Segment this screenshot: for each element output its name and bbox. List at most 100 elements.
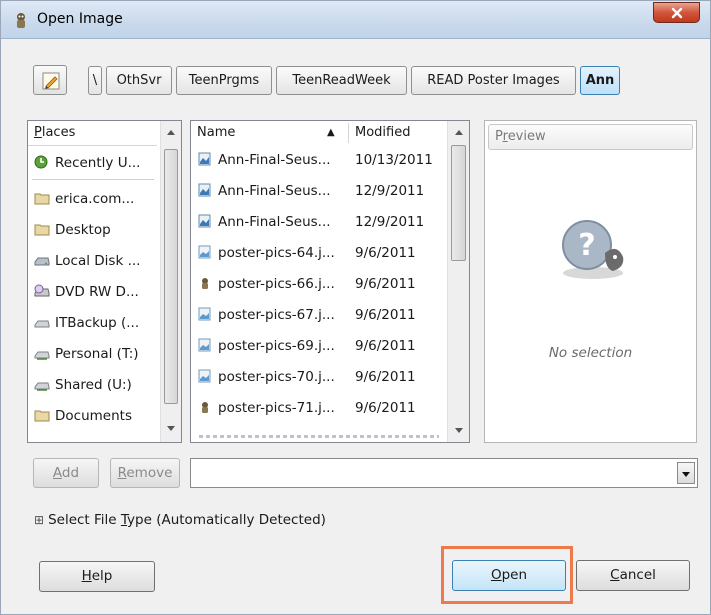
name-column-header[interactable]: Name ▲ — [197, 121, 347, 145]
close-icon — [671, 7, 683, 19]
network-drive-icon — [34, 351, 50, 360]
crumb-teenprgms[interactable]: TeenPrgms — [176, 66, 272, 95]
file-modified: 9/6/2011 — [355, 369, 416, 385]
place-label: Local Disk ... — [55, 253, 141, 269]
question-mark-icon: ? — [562, 220, 624, 279]
file-row-partial — [199, 431, 439, 442]
file-name: poster-pics-71.j... — [218, 400, 335, 416]
file-modified: 9/6/2011 — [355, 307, 416, 323]
places-scrollbar[interactable] — [160, 121, 181, 442]
modified-column-label: Modified — [355, 125, 411, 140]
preview-toggle[interactable]: Preview — [488, 124, 693, 150]
place-shared[interactable]: Shared (U:) — [34, 370, 132, 400]
place-dvd[interactable]: DVD RW D... — [34, 277, 139, 307]
open-button[interactable]: Open — [452, 560, 566, 591]
files-scrollbar[interactable] — [447, 121, 469, 442]
file-row[interactable]: poster-pics-71.j... 9/6/2011 — [197, 393, 445, 423]
file-name: poster-pics-69.j... — [218, 338, 335, 354]
place-desktop[interactable]: Desktop — [34, 215, 111, 245]
cancel-label: ancel — [619, 567, 656, 583]
image-file-icon — [198, 245, 211, 259]
file-modified: 9/6/2011 — [355, 338, 416, 354]
file-modified: 9/6/2011 — [355, 276, 416, 292]
folder-icon — [34, 410, 50, 422]
chevron-down-icon — [682, 472, 690, 477]
combo-dropdown-button[interactable] — [677, 462, 695, 484]
drive-icon — [34, 257, 50, 266]
place-label: Desktop — [55, 222, 111, 238]
file-row[interactable]: poster-pics-64.j... 9/6/2011 — [197, 238, 445, 268]
folder-icon — [34, 224, 50, 236]
crumb-read-poster-images[interactable]: READ Poster Images — [411, 66, 576, 95]
image-file-icon — [198, 307, 211, 321]
title-bar[interactable]: Open Image — [1, 1, 710, 39]
file-row[interactable]: Ann-Final-Seus... 12/9/2011 — [197, 176, 445, 206]
file-name: Ann-Final-Seus... — [218, 152, 331, 168]
files-pane: Name ▲ Modified Ann-Final-Seus... 10/13/… — [190, 120, 470, 443]
places-header-mnemonic: P — [34, 125, 42, 140]
crumb-ann[interactable]: Ann — [580, 66, 620, 95]
place-documents[interactable]: Documents — [34, 401, 132, 431]
file-row[interactable]: Ann-Final-Seus... 12/9/2011 — [197, 207, 445, 237]
place-recently-used[interactable]: Recently U... — [34, 148, 140, 178]
select-file-type-expander[interactable]: ⊞ Select File Type (Automatically Detecte… — [34, 512, 326, 528]
gimp-file-icon — [202, 402, 208, 413]
name-column-label: Name — [197, 125, 236, 140]
file-name: Ann-Final-Seus... — [218, 183, 331, 199]
place-label: Documents — [55, 408, 132, 424]
places-scroll-thumb[interactable] — [164, 149, 178, 404]
places-pane: Places Recently U... erica.com... Deskto… — [27, 120, 182, 443]
place-local-disk[interactable]: Local Disk ... — [34, 246, 140, 276]
place-itbackup[interactable]: ITBackup (... — [34, 308, 139, 338]
file-name: poster-pics-66.j... — [218, 276, 335, 292]
file-type-label-rest: ype (Automatically Detected) — [127, 512, 326, 528]
crumb-teenreadweek[interactable]: TeenReadWeek — [276, 66, 407, 95]
file-modified: 9/6/2011 — [355, 400, 416, 416]
gimp-file-icon — [202, 278, 208, 289]
places-header-label: laces — [41, 125, 76, 140]
help-mnemonic: H — [81, 568, 92, 584]
file-modified: 12/9/2011 — [355, 183, 425, 199]
files-scroll-thumb[interactable] — [451, 145, 466, 261]
modified-column-header[interactable]: Modified — [355, 121, 410, 145]
add-label: dd — [61, 465, 80, 481]
crumb-root[interactable]: \ — [88, 66, 102, 95]
file-row[interactable]: poster-pics-69.j... 9/6/2011 — [197, 331, 445, 361]
place-erica[interactable]: erica.com... — [34, 184, 134, 214]
preview-label-part: eview — [507, 129, 546, 144]
svg-text:?: ? — [578, 228, 595, 263]
scroll-down-arrow-icon[interactable] — [167, 426, 175, 431]
gimp-app-icon — [13, 11, 29, 29]
place-personal[interactable]: Personal (T:) — [34, 339, 139, 369]
image-file-icon — [198, 369, 211, 383]
network-drive-icon — [34, 382, 50, 391]
file-row[interactable]: poster-pics-66.j... 9/6/2011 — [197, 269, 445, 299]
place-label: erica.com... — [55, 191, 135, 207]
scroll-up-arrow-icon[interactable] — [167, 130, 175, 135]
close-button[interactable] — [653, 2, 700, 23]
add-bookmark-button[interactable]: Add — [33, 458, 99, 488]
type-location-button[interactable] — [33, 65, 67, 95]
crumb-othsvr[interactable]: OthSvr — [106, 66, 172, 95]
cancel-mnemonic: C — [610, 567, 620, 583]
file-row[interactable]: Ann-Final-Seus... 10/13/2011 — [197, 145, 445, 175]
remove-bookmark-button[interactable]: Remove — [110, 458, 180, 488]
file-name: Ann-Final-Seus... — [218, 214, 331, 230]
file-name: poster-pics-64.j... — [218, 245, 335, 261]
scroll-down-arrow-icon[interactable] — [455, 428, 463, 433]
file-row[interactable]: poster-pics-67.j... 9/6/2011 — [197, 300, 445, 330]
file-row[interactable]: poster-pics-70.j... 9/6/2011 — [197, 362, 445, 392]
place-label: Shared (U:) — [55, 377, 132, 393]
file-name: poster-pics-67.j... — [218, 307, 335, 323]
help-label: elp — [91, 568, 113, 584]
cancel-button[interactable]: Cancel — [576, 560, 690, 591]
place-label: Personal (T:) — [55, 346, 139, 362]
help-button[interactable]: Help — [39, 561, 155, 592]
file-filter-combo[interactable] — [190, 458, 698, 488]
folder-icon — [34, 193, 50, 205]
places-header[interactable]: Places — [34, 121, 75, 145]
scroll-up-arrow-icon[interactable] — [455, 130, 463, 135]
file-type-label: Select File — [48, 512, 121, 528]
expander-plus-icon: ⊞ — [34, 513, 45, 527]
preview-pane: Preview ? No selection — [484, 120, 697, 443]
